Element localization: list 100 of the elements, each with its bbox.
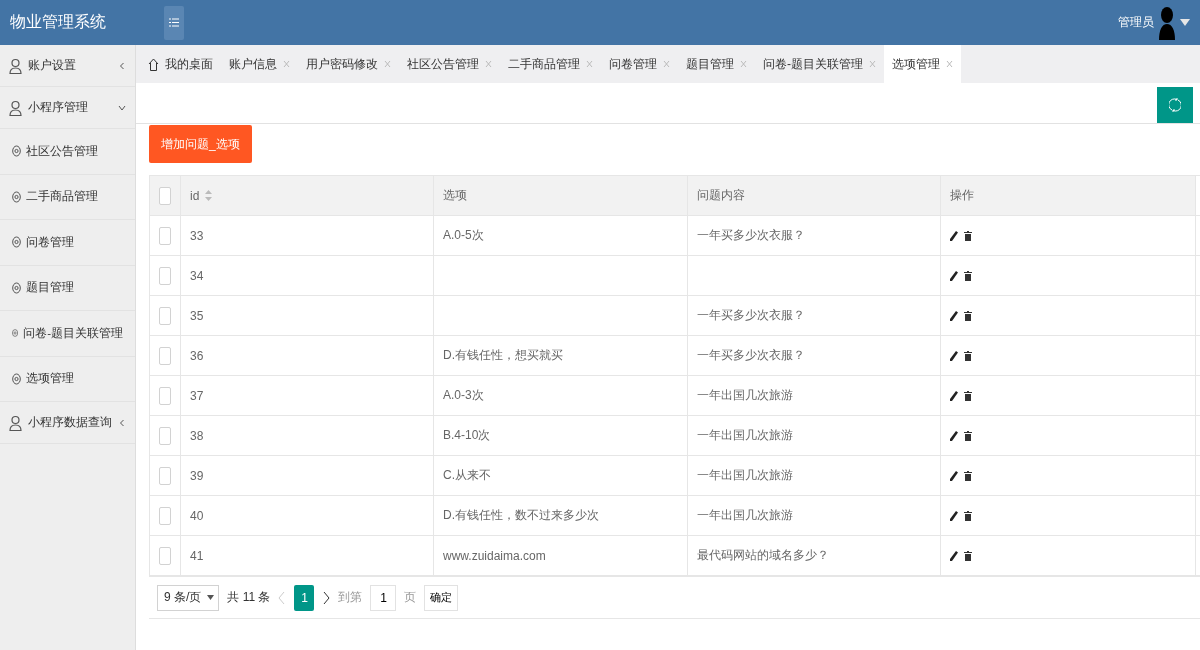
trash-icon[interactable] [964, 550, 972, 561]
trash-icon[interactable] [964, 230, 972, 241]
close-icon[interactable] [946, 60, 953, 68]
tab[interactable]: 社区公告管理 [399, 45, 500, 83]
prev-icon[interactable] [278, 590, 287, 605]
table-cell: 最代码网站的域名多少？ [688, 536, 941, 576]
checkbox[interactable] [159, 346, 171, 365]
page-button[interactable]: 1 [294, 584, 315, 611]
checkbox[interactable] [159, 426, 171, 445]
column-header: 操作 [941, 176, 1196, 216]
tab[interactable]: 账户信息 [221, 45, 298, 83]
app-title: 物业管理系统 [10, 12, 106, 32]
user-name[interactable]: 管理员 [1118, 14, 1154, 31]
trash-icon[interactable] [964, 510, 972, 521]
close-icon[interactable] [663, 60, 670, 68]
close-icon[interactable] [586, 60, 593, 68]
checkbox[interactable] [159, 186, 171, 205]
column-header: 问题内容 [688, 176, 941, 216]
tab[interactable]: 我的桌面 [140, 45, 221, 83]
table-cell: 一年买多少次衣服？ [688, 296, 941, 336]
sidebar-group[interactable]: 小程序管理 [0, 87, 135, 129]
sidebar-group[interactable]: 小程序数据查询 [0, 402, 135, 444]
checkbox[interactable] [159, 226, 171, 245]
sidebar-item[interactable]: 问卷-题目关联管理 [0, 311, 135, 357]
close-icon[interactable] [485, 60, 492, 68]
table-cell: 一年出国几次旅游 [688, 416, 941, 456]
total-count: 共 11 条 [227, 589, 271, 606]
pencil-icon[interactable] [950, 310, 958, 321]
sort-icon[interactable] [205, 190, 213, 201]
table-cell: B.4-10次 [434, 416, 688, 456]
table-cell: 35 [181, 296, 434, 336]
close-icon[interactable] [283, 60, 290, 68]
confirm-button[interactable]: 确定 [424, 584, 459, 611]
close-icon[interactable] [869, 60, 876, 68]
caret-icon[interactable] [1180, 18, 1190, 27]
pencil-icon[interactable] [950, 550, 958, 561]
table-cell: 38 [181, 416, 434, 456]
table-cell: D.有钱任性，想买就买 [434, 336, 688, 376]
table-cell: 37 [181, 376, 434, 416]
goto-label: 到第 [338, 589, 363, 606]
list-icon [169, 18, 179, 27]
page-size-select[interactable]: 9 条/页 [157, 584, 220, 611]
avatar-silhouette [1157, 5, 1177, 40]
table-cell: 33 [181, 216, 434, 256]
chevron-left-icon[interactable] [118, 61, 126, 70]
close-icon[interactable] [384, 60, 391, 68]
checkbox[interactable] [159, 266, 171, 285]
sidebar-group[interactable]: 账户设置 [0, 45, 135, 87]
table-cell: 一年出国几次旅游 [688, 496, 941, 536]
checkbox[interactable] [159, 546, 171, 565]
table-cell: C.从来不 [434, 456, 688, 496]
table-cell: D.有钱任性，数不过来多少次 [434, 496, 688, 536]
trash-icon[interactable] [964, 310, 972, 321]
sidebar-item[interactable]: 选项管理 [0, 356, 135, 402]
trash-icon[interactable] [964, 470, 972, 481]
next-icon[interactable] [322, 590, 331, 605]
column-header[interactable]: id [181, 176, 434, 216]
table-cell: A.0-3次 [434, 376, 688, 416]
chevron-left-icon[interactable] [118, 418, 126, 427]
close-icon[interactable] [740, 60, 747, 68]
pencil-icon[interactable] [950, 230, 958, 241]
user-icon [9, 99, 22, 116]
trash-icon[interactable] [964, 430, 972, 441]
tab[interactable]: 用户密码修改 [298, 45, 399, 83]
tab[interactable]: 题目管理 [678, 45, 755, 83]
trash-icon[interactable] [964, 390, 972, 401]
pencil-icon[interactable] [950, 510, 958, 521]
tab[interactable]: 二手商品管理 [500, 45, 601, 83]
checkbox[interactable] [159, 506, 171, 525]
refresh-button[interactable] [1157, 87, 1193, 123]
caret-icon [207, 595, 215, 600]
checkbox[interactable] [159, 306, 171, 325]
tab[interactable]: 问卷管理 [601, 45, 678, 83]
user-icon [9, 57, 22, 74]
tab[interactable]: 问卷-题目关联管理 [755, 45, 884, 83]
checkbox[interactable] [159, 466, 171, 485]
user-icon [9, 414, 22, 431]
pencil-icon[interactable] [950, 270, 958, 281]
sidebar-item[interactable]: 问卷管理 [0, 220, 135, 266]
table-cell: 一年买多少次衣服？ [688, 336, 941, 376]
table-cell: 39 [181, 456, 434, 496]
sidebar-item[interactable]: 题目管理 [0, 265, 135, 311]
page-unit: 页 [404, 589, 417, 606]
pencil-icon[interactable] [950, 350, 958, 361]
pencil-icon[interactable] [950, 390, 958, 401]
trash-icon[interactable] [964, 350, 972, 361]
table-cell: 41 [181, 536, 434, 576]
checkbox[interactable] [159, 386, 171, 405]
sidebar-item[interactable]: 二手商品管理 [0, 174, 135, 220]
tab[interactable]: 选项管理 [884, 45, 961, 83]
column-header: 选项 [434, 176, 688, 216]
sidebar-item[interactable]: 社区公告管理 [0, 129, 135, 175]
menu-button[interactable] [164, 5, 184, 40]
refresh-icon [1169, 97, 1181, 113]
pencil-icon[interactable] [950, 430, 958, 441]
chevron-down-icon[interactable] [118, 103, 126, 112]
pencil-icon[interactable] [950, 470, 958, 481]
table-cell: www.zuidaima.com [434, 536, 688, 576]
trash-icon[interactable] [964, 270, 972, 281]
page-input[interactable]: 1 [370, 584, 397, 611]
